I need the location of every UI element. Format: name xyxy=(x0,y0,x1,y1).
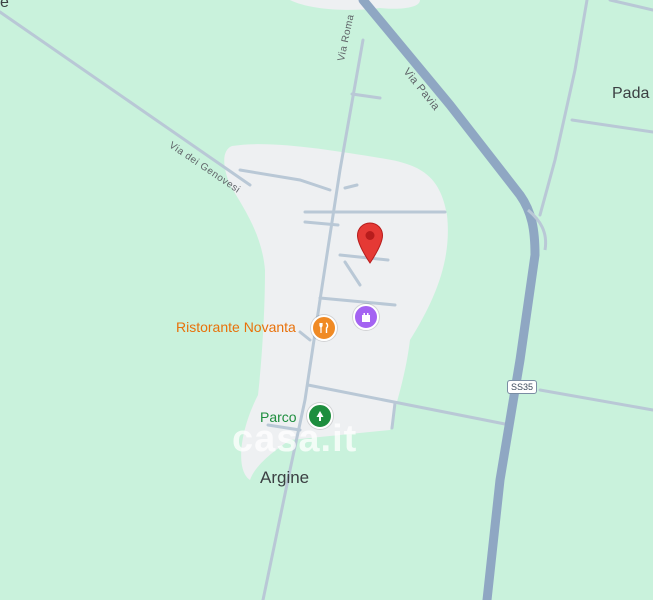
fork-knife-glyph xyxy=(319,322,329,333)
map-view[interactable]: e Pada Via Roma Via Pavia Via dei Genove… xyxy=(0,0,653,600)
location-pin-glyph xyxy=(356,222,384,264)
map-canvas xyxy=(0,0,653,600)
partial-place-label: e xyxy=(0,0,9,11)
padana-partial-label: Pada xyxy=(612,85,650,102)
town-label-argine: Argine xyxy=(260,468,310,487)
castle-icon[interactable] xyxy=(353,304,379,330)
location-pin-icon[interactable] xyxy=(356,222,384,269)
fork-knife-icon[interactable] xyxy=(311,315,337,341)
restaurant-label[interactable]: Ristorante Novanta xyxy=(176,319,296,335)
castle-glyph xyxy=(362,313,370,322)
ss35-road-shield: SS35 xyxy=(507,380,538,394)
casa-it-watermark: casa.it xyxy=(232,418,358,460)
